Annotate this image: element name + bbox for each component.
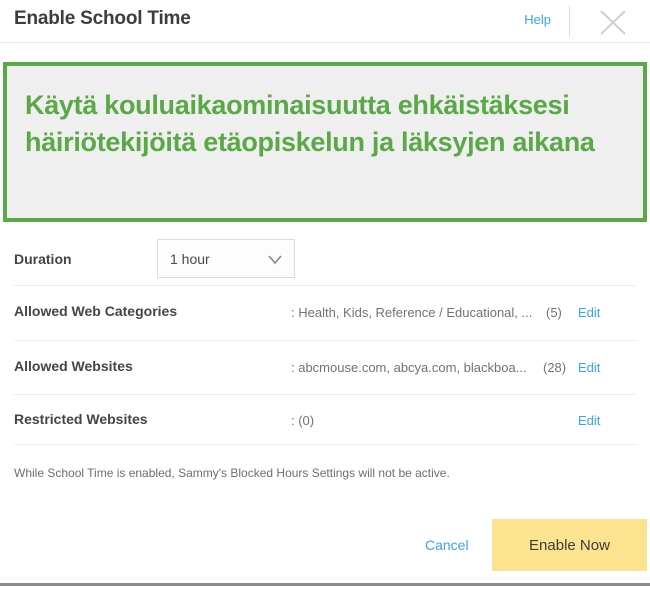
setting-label: Allowed Web Categories <box>14 303 178 319</box>
setting-row-allowed-web-categories: Allowed Web Categories : Health, Kids, R… <box>0 300 650 330</box>
setting-count: (5) <box>546 305 562 320</box>
footer-note: While School Time is enabled, Sammy's Bl… <box>14 466 450 480</box>
setting-label: Restricted Websites <box>14 411 148 427</box>
duration-select[interactable]: 1 hour <box>157 239 295 278</box>
divider <box>14 394 636 395</box>
divider <box>14 285 636 286</box>
duration-row: Duration 1 hour <box>0 238 650 285</box>
duration-selected-value: 1 hour <box>170 251 210 267</box>
setting-value: : Health, Kids, Reference / Educational,… <box>291 305 533 320</box>
setting-value: : abcmouse.com, abcya.com, blackboa... <box>291 360 527 375</box>
chevron-down-icon <box>267 253 283 265</box>
edit-link-restricted-websites[interactable]: Edit <box>578 413 600 428</box>
enable-school-time-dialog: Enable School Time Help Käytä kouluaikao… <box>0 0 650 590</box>
setting-count: (28) <box>543 360 567 375</box>
setting-label: Allowed Websites <box>14 358 133 374</box>
bottom-rule <box>0 583 650 586</box>
divider <box>14 444 636 445</box>
enable-now-button[interactable]: Enable Now <box>492 519 647 571</box>
cancel-button[interactable]: Cancel <box>425 537 469 553</box>
close-icon[interactable] <box>593 3 633 41</box>
setting-value: : (0) <box>291 413 315 428</box>
page-title: Enable School Time <box>14 8 191 29</box>
notice-banner: Käytä kouluaikaominaisuutta ehkäistäkses… <box>3 62 647 222</box>
notice-text: Käytä kouluaikaominaisuutta ehkäistäkses… <box>25 90 595 157</box>
duration-label: Duration <box>14 251 72 267</box>
header-divider <box>569 6 570 36</box>
setting-row-allowed-websites: Allowed Websites : abcmouse.com, abcya.c… <box>0 355 650 385</box>
setting-row-restricted-websites: Restricted Websites : (0) Edit <box>0 408 650 438</box>
divider <box>14 340 636 341</box>
edit-link-allowed-web-categories[interactable]: Edit <box>578 305 600 320</box>
edit-link-allowed-websites[interactable]: Edit <box>578 360 600 375</box>
help-link[interactable]: Help <box>524 12 551 27</box>
dialog-header: Enable School Time Help <box>0 0 650 43</box>
